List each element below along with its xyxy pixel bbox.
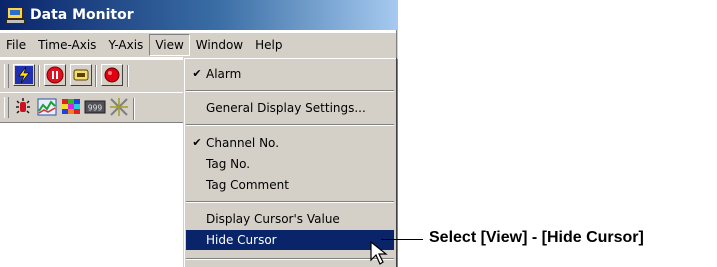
toolbar-separator [95, 65, 97, 87]
cursor-cross-icon[interactable] [108, 96, 130, 118]
menu-help[interactable]: Help [249, 34, 288, 56]
window-edge [396, 30, 398, 266]
menu-view[interactable]: View [149, 34, 190, 56]
graph-icon[interactable] [36, 96, 58, 118]
callout-line [381, 239, 423, 240]
menu-separator [186, 201, 394, 203]
menu-window[interactable]: Window [190, 34, 249, 56]
menu-time-axis[interactable]: Time-Axis [32, 34, 102, 56]
menu-bar: File Time-Axis Y-Axis View Window Help [0, 33, 398, 58]
menu-item-label: General Display Settings... [206, 101, 366, 115]
title-bar: Data Monitor [0, 0, 398, 30]
toolbar-grip[interactable] [4, 64, 9, 88]
menu-item-display-cursor-value[interactable]: Display Cursor's Value [186, 209, 394, 229]
record-icon[interactable] [101, 64, 123, 86]
checkmark-icon: ✔ [192, 136, 202, 149]
color-grid-icon[interactable] [60, 96, 82, 118]
menu-item-hide-cursor[interactable]: Hide Cursor [186, 230, 394, 250]
view-menu-dropdown: ✔ Alarm General Display Settings... ✔ Ch… [183, 57, 396, 267]
menu-item-general-display-settings[interactable]: General Display Settings... [186, 98, 394, 118]
digital-999-icon[interactable]: 999 [84, 96, 106, 118]
menu-separator [186, 124, 394, 126]
stop-icon[interactable] [44, 64, 66, 86]
menu-item-label: Tag No. [206, 157, 251, 171]
menu-item-label: Alarm [206, 67, 242, 81]
toolbar-grip[interactable] [4, 97, 9, 118]
menu-file[interactable]: File [0, 34, 32, 56]
menu-item-tag-no[interactable]: Tag No. [186, 154, 394, 174]
toolbar-separator [133, 98, 135, 120]
menu-item-label: Channel No. [206, 136, 280, 150]
client-area[interactable] [0, 123, 185, 266]
mouse-pointer-icon [370, 240, 388, 265]
lightning-icon[interactable] [13, 64, 35, 86]
view-toolbar: 999 [0, 92, 185, 123]
main-toolbar [0, 59, 185, 93]
menu-y-axis[interactable]: Y-Axis [102, 34, 149, 56]
toolbar-separator [127, 65, 129, 87]
alarm-icon[interactable] [12, 96, 34, 118]
window-title: Data Monitor [30, 7, 134, 23]
callout-label: Select [View] - [Hide Cursor] [429, 229, 644, 246]
digital-text: 999 [88, 104, 103, 113]
menu-item-tag-comment[interactable]: Tag Comment [186, 175, 394, 195]
checkmark-icon: ✔ [192, 67, 202, 80]
menu-item-label: Hide Cursor [206, 233, 277, 247]
menu-item-label: Display Cursor's Value [206, 212, 340, 226]
menu-item-label: Tag Comment [206, 178, 289, 192]
menu-separator [186, 90, 394, 92]
menu-item-channel-no[interactable]: ✔ Channel No. [186, 133, 394, 153]
link-icon[interactable] [70, 64, 92, 86]
menu-item-alarm[interactable]: ✔ Alarm [186, 64, 394, 84]
menu-separator [186, 258, 394, 260]
toolbar-separator [38, 65, 40, 87]
monitor-icon [6, 7, 25, 24]
